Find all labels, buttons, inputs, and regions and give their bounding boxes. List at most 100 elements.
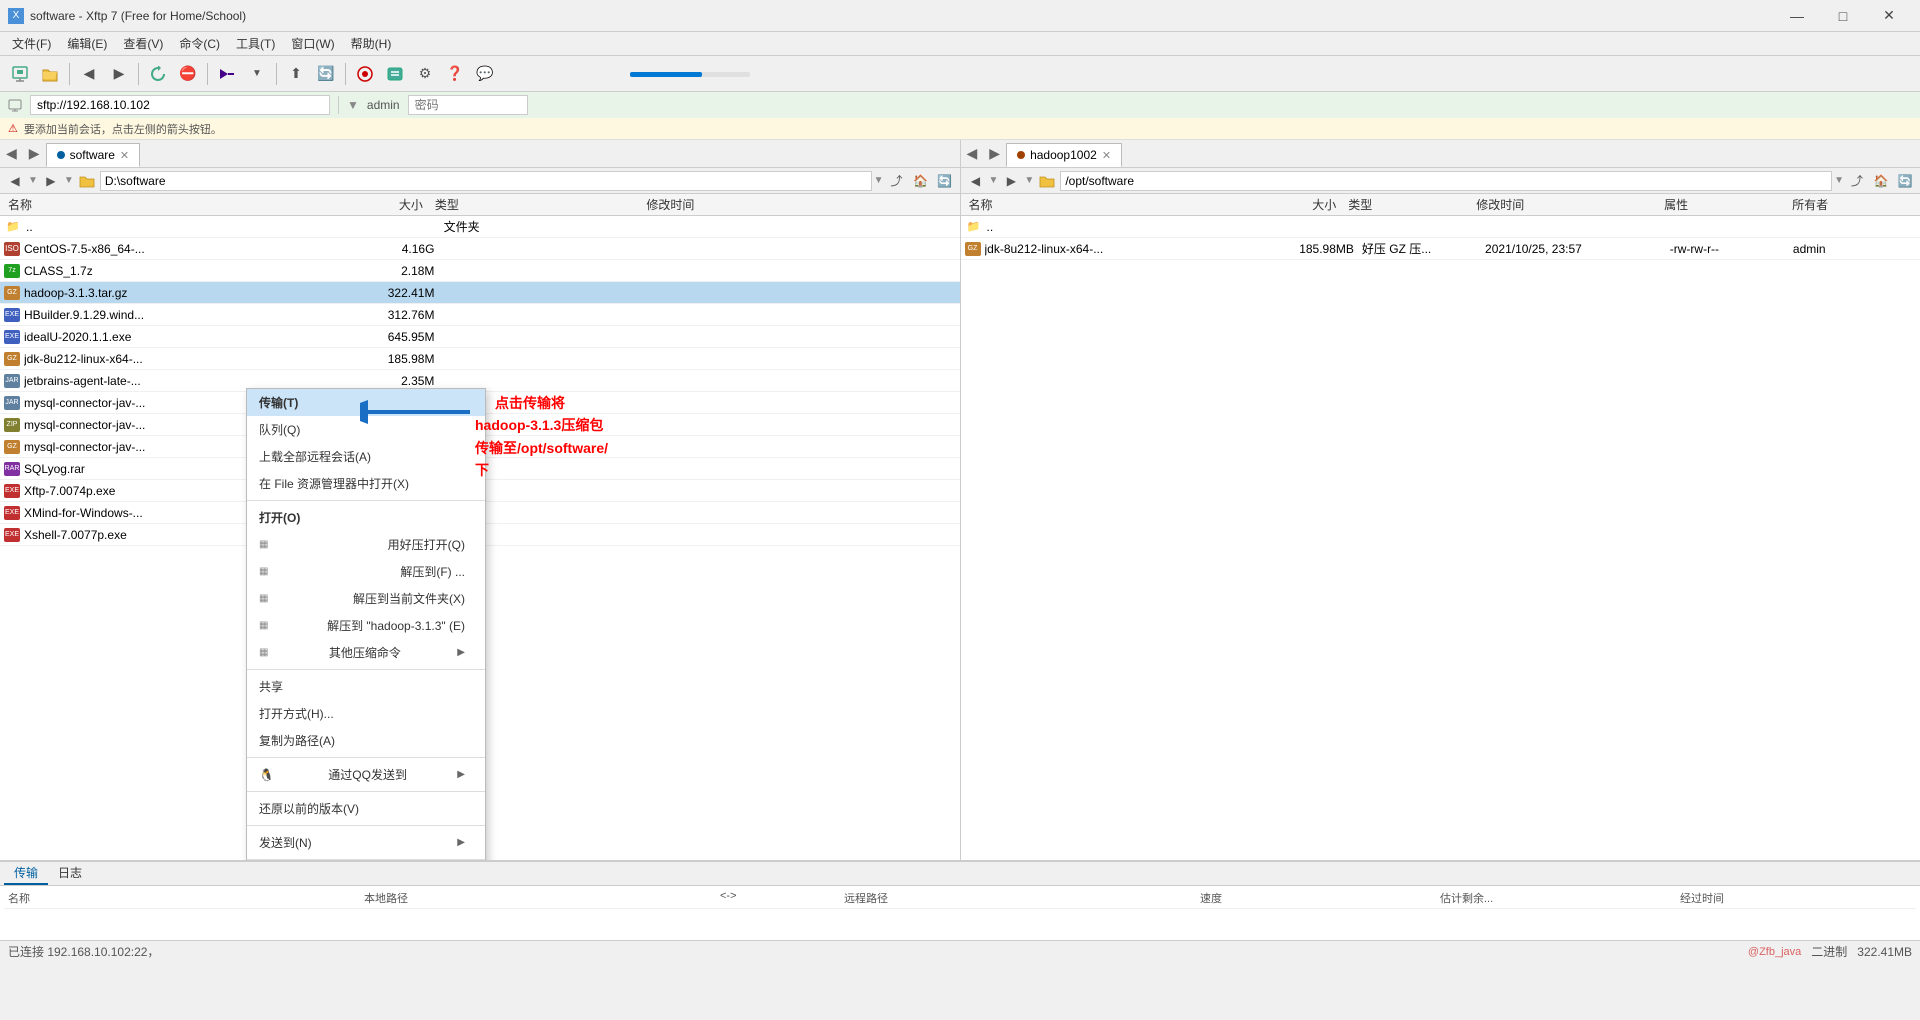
local-forward-btn[interactable]: ▶ [40,171,62,191]
ctx-open-haozip[interactable]: ▦ 用好压打开(Q) [247,531,485,558]
remote-tab-bar: ◀ ▶ hadoop1002 ✕ [961,140,1920,168]
local-home-btn[interactable]: 🏠 [910,171,932,191]
ctx-send-to[interactable]: 发送到(N) ▶ [247,829,485,856]
transfer-settings-button[interactable]: ▼ [243,60,271,88]
ctx-extract-here[interactable]: ▦ 解压到当前文件夹(X) [247,585,485,612]
transfer-col-speed: 速度 [1196,890,1436,906]
remote-home-btn[interactable]: 🏠 [1870,171,1892,191]
ctx-open-haozip-label: 用好压打开(Q) [388,536,465,553]
forward-button[interactable]: ▶ [105,60,133,88]
gz-icon2: GZ [4,352,20,366]
new-session-button[interactable] [6,60,34,88]
status-size: 322.41MB [1857,945,1912,959]
remote-tab-prev[interactable]: ◀ [961,143,984,164]
sync-button[interactable]: 🔄 [312,60,340,88]
ctx-extract-to[interactable]: ▦ 解压到(F) ... [247,558,485,585]
hops-button[interactable] [381,60,409,88]
col-modified[interactable]: 修改时间 [642,196,955,213]
remote-tab-hadoop[interactable]: hadoop1002 ✕ [1006,143,1122,167]
ctx-open-label: 打开(O) [259,509,300,526]
remote-tab-close[interactable]: ✕ [1102,149,1111,162]
local-parent-btn[interactable]: ⤴ [886,171,908,191]
local-back-btn[interactable]: ◀ [4,171,26,191]
transfer-button[interactable] [213,60,241,88]
local-tab-next[interactable]: ▶ [23,143,46,164]
remote-col-modified[interactable]: 修改时间 [1472,196,1660,213]
local-tab-prev[interactable]: ◀ [0,143,23,164]
bottom-tab-log[interactable]: 日志 [48,862,92,885]
table-row[interactable]: GZ jdk-8u212-linux-x64-... 185.98M [0,348,960,370]
menu-edit[interactable]: 编辑(E) [59,33,115,54]
ctx-queue[interactable]: 队列(Q) [247,416,485,443]
minimize-button[interactable]: — [1774,0,1820,32]
remote-col-owner[interactable]: 所有者 [1788,196,1916,213]
compress-icon1: ▦ [259,539,268,550]
ctx-open[interactable]: 打开(O) [247,504,485,531]
open-button[interactable] [36,60,64,88]
refresh-button[interactable] [144,60,172,88]
ctx-extract-folder[interactable]: ▦ 解压到 "hadoop-3.1.3" (E) [247,612,485,639]
remote-parent-btn[interactable]: ⤴ [1846,171,1868,191]
remote-col-name[interactable]: 名称 [965,196,1213,213]
table-row[interactable]: GZ jdk-8u212-linux-x64-... 185.98MB 好压 G… [961,238,1920,260]
menu-help[interactable]: 帮助(H) [343,33,400,54]
ctx-open-explorer[interactable]: 在 File 资源管理器中打开(X) [247,470,485,497]
bottom-tab-transfer[interactable]: 传输 [4,862,48,885]
menu-command[interactable]: 命令(C) [171,33,228,54]
settings-button[interactable]: ⚙ [411,60,439,88]
ctx-restore[interactable]: 还原以前的版本(V) [247,795,485,822]
table-row[interactable]: GZ hadoop-3.1.3.tar.gz 322.41M [0,282,960,304]
exe-icon4: EXE [4,506,20,520]
ctx-other-compress[interactable]: ▦ 其他压缩命令 ▶ [247,639,485,666]
iso-icon: ISO [4,242,20,256]
ctx-send-qq-label: 通过QQ发送到 [328,766,407,783]
ctx-upload-all[interactable]: 上载全部远程会话(A) [247,443,485,470]
remote-file-list: 📁 .. GZ jdk-8u212-linux-x64-... 185.98MB… [961,216,1920,860]
help-button[interactable]: ❓ [441,60,469,88]
ctx-share[interactable]: 共享 [247,673,485,700]
password-input[interactable] [408,95,528,115]
table-row[interactable]: 📁 .. 文件夹 [0,216,960,238]
remote-tab-next[interactable]: ▶ [983,143,1006,164]
remote-refresh-btn[interactable]: 🔄 [1894,171,1916,191]
ctx-copy-path[interactable]: 复制为路径(A) [247,727,485,754]
ctx-other-compress-label: 其他压缩命令 [329,644,401,661]
file-name: idealU-2020.1.1.exe [24,330,332,344]
stop-button[interactable]: ⛔ [174,60,202,88]
send-to-arrow-icon: ▶ [457,837,465,848]
remote-path-input[interactable] [1060,171,1832,191]
col-size[interactable]: 大小 [317,196,431,213]
local-tab-close[interactable]: ✕ [120,149,129,162]
col-name[interactable]: 名称 [4,196,317,213]
menu-window[interactable]: 窗口(W) [283,33,342,54]
table-row[interactable]: 7z CLASS_1.7z 2.18M [0,260,960,282]
ctx-open-with[interactable]: 打开方式(H)... [247,700,485,727]
menu-tools[interactable]: 工具(T) [228,33,283,54]
remote-col-type[interactable]: 类型 [1344,196,1472,213]
col-type[interactable]: 类型 [431,196,642,213]
table-row[interactable]: 📁 .. [961,216,1920,238]
back-button[interactable]: ◀ [75,60,103,88]
transfer-col-remaining: 估计剩余... [1436,890,1676,906]
remote-forward-btn[interactable]: ▶ [1000,171,1022,191]
ctx-transfer[interactable]: 传输(T) [247,389,485,416]
chat-button[interactable]: 💬 [471,60,499,88]
filter-button[interactable] [351,60,379,88]
local-refresh-btn[interactable]: 🔄 [934,171,956,191]
local-tab-software[interactable]: software ✕ [46,143,141,167]
table-row[interactable]: ISO CentOS-7.5-x86_64-... 4.16G [0,238,960,260]
up-dir-button[interactable]: ⬆ [282,60,310,88]
menu-view[interactable]: 查看(V) [115,33,171,54]
remote-col-attr[interactable]: 属性 [1660,196,1788,213]
remote-back-btn[interactable]: ◀ [965,171,987,191]
table-row[interactable]: EXE HBuilder.9.1.29.wind... 312.76M [0,304,960,326]
local-path-input[interactable] [100,171,872,191]
file-size: 185.98M [332,352,443,366]
sftp-url-input[interactable] [30,95,330,115]
table-row[interactable]: EXE idealU-2020.1.1.exe 645.95M [0,326,960,348]
remote-col-size[interactable]: 大小 [1212,196,1344,213]
close-button[interactable]: ✕ [1866,0,1912,32]
menu-file[interactable]: 文件(F) [4,33,59,54]
ctx-send-qq[interactable]: 🐧 通过QQ发送到 ▶ [247,761,485,788]
maximize-button[interactable]: □ [1820,0,1866,32]
